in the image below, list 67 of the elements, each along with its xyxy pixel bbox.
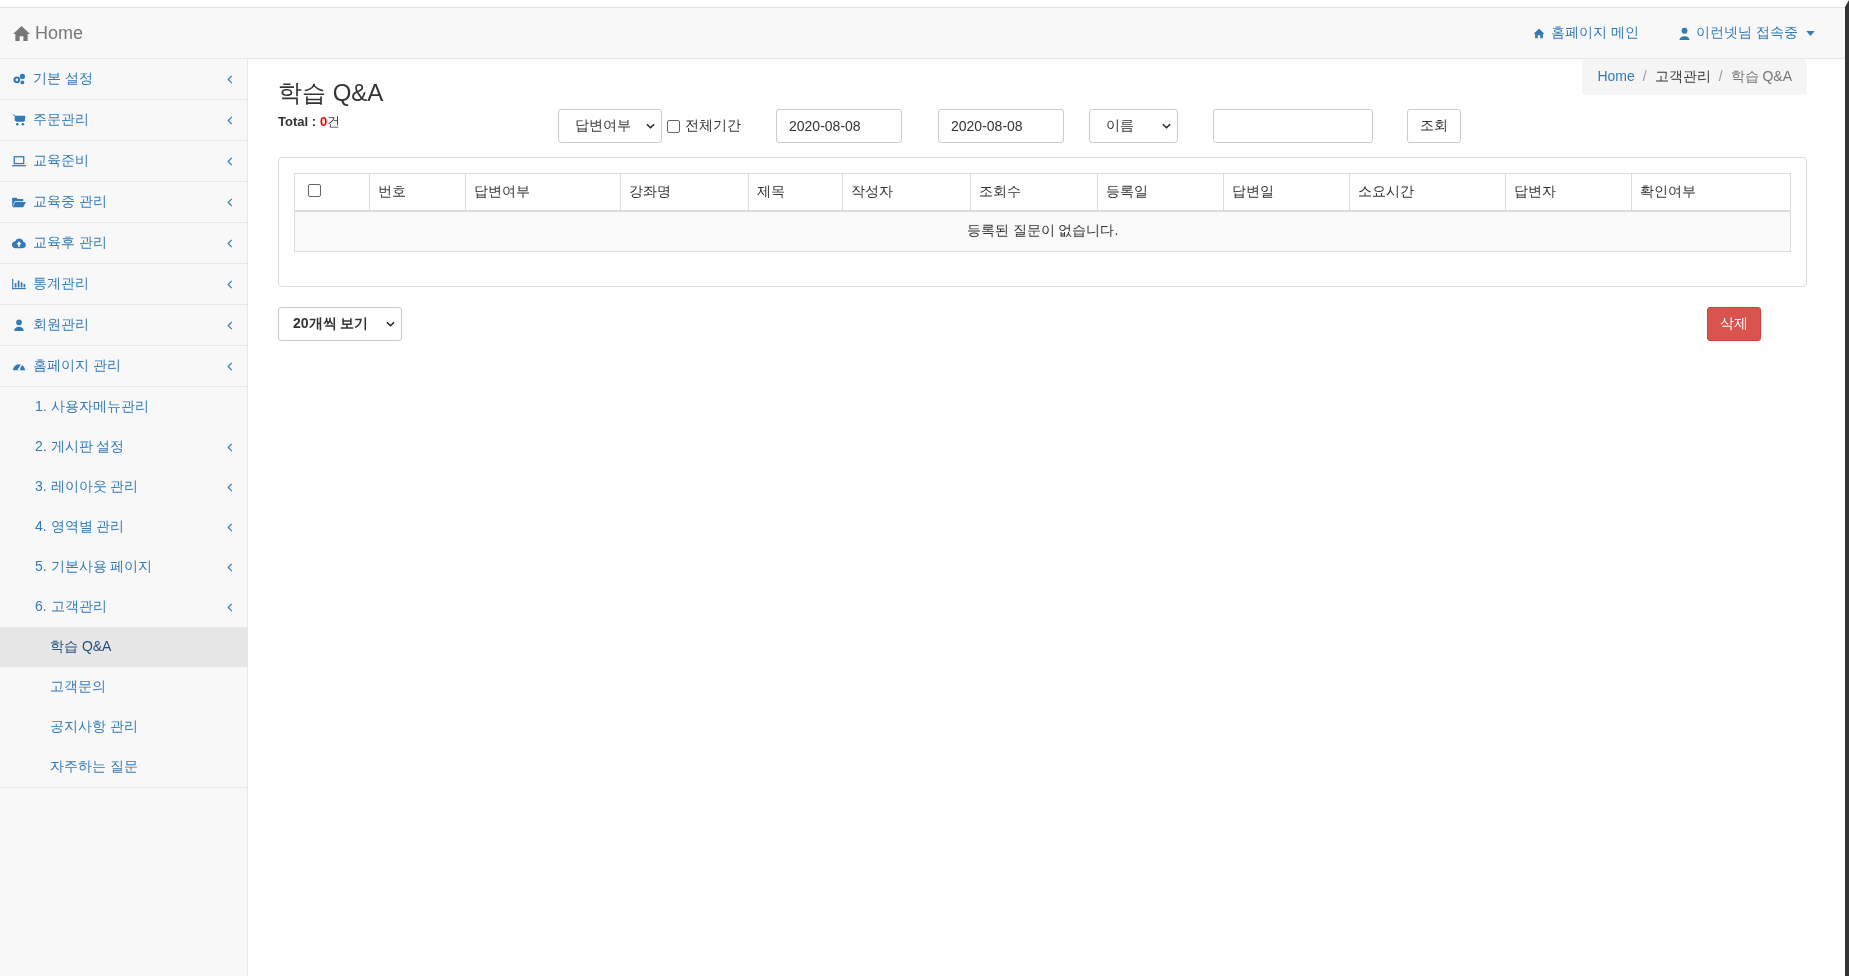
sidebar-item[interactable]: 4. 영역별 관리 xyxy=(0,507,247,547)
page-size-select[interactable]: 20개씩 보기 xyxy=(278,306,402,341)
search-field[interactable] xyxy=(1213,109,1373,143)
sidebar-item[interactable]: 5. 기본사용 페이지 xyxy=(0,547,247,587)
sidebar-item[interactable]: 홈페이지 관리 xyxy=(0,346,247,387)
bar-chart-icon xyxy=(12,278,26,290)
total-count: 0 xyxy=(320,114,328,129)
user-icon xyxy=(1679,26,1691,40)
checkbox[interactable] xyxy=(667,119,680,133)
home-icon xyxy=(1533,27,1546,39)
laptop-icon xyxy=(12,155,26,167)
all-period-label: 전체기간 xyxy=(685,117,741,135)
column-header: 강좌명 xyxy=(620,173,749,211)
column-header: 답변여부 xyxy=(465,173,621,211)
sidebar-item[interactable]: 기본 설정 xyxy=(0,59,247,100)
breadcrumb-item: 고객관리 xyxy=(1654,68,1711,86)
caret-icon xyxy=(1806,30,1815,36)
column-header: 작성자 xyxy=(842,173,971,211)
sidebar-item[interactable]: 2. 게시판 설정 xyxy=(0,427,247,467)
column-header: 확인여부 xyxy=(1631,173,1791,211)
delete-button[interactable]: 삭제 xyxy=(1707,306,1761,341)
homepage-link[interactable]: 홈페이지 메인 xyxy=(1533,24,1644,42)
total-unit: 건 xyxy=(327,114,341,129)
sidebar-item[interactable]: 주문관리 xyxy=(0,100,247,141)
sidebar-item[interactable]: 6. 고객관리 xyxy=(0,587,247,627)
sidebar-item[interactable]: 학습 Q&A xyxy=(0,627,247,667)
column-header: 제목 xyxy=(748,173,843,211)
sidebar-item[interactable]: 회원관리 xyxy=(0,305,247,346)
sidebar-item[interactable]: 통계관리 xyxy=(0,264,247,305)
column-header: 번호 xyxy=(369,173,466,211)
breadcrumb-separator: / xyxy=(1718,68,1723,86)
end-date-field[interactable]: 2020-08-08 xyxy=(938,109,1064,143)
column-header: 답변일 xyxy=(1223,173,1350,211)
column-header: 조회수 xyxy=(970,173,1098,211)
column-header: 소요시간 xyxy=(1349,173,1506,211)
sidebar-item[interactable]: 교육준비 xyxy=(0,141,247,182)
start-date-field[interactable]: 2020-08-08 xyxy=(776,109,902,143)
breadcrumb-separator: / xyxy=(1642,68,1647,86)
gears-icon xyxy=(12,73,26,85)
breadcrumb-link[interactable]: Home xyxy=(1597,68,1635,86)
sidebar-item[interactable]: 자주하는 질문 xyxy=(0,747,247,787)
search-button[interactable]: 조회 xyxy=(1407,109,1461,143)
page-title: 학습 Q&A xyxy=(278,78,384,108)
folder-icon xyxy=(12,196,26,208)
home-icon xyxy=(12,24,31,42)
sidebar-item[interactable]: 3. 레이아웃 관리 xyxy=(0,467,247,507)
user-menu[interactable]: 이런넷님 접속중 xyxy=(1679,24,1815,42)
sidebar-item[interactable]: 교육중 관리 xyxy=(0,182,247,223)
sidebar-item[interactable]: 고객문의 xyxy=(0,667,247,707)
cloud-upload-icon xyxy=(12,237,26,249)
user-icon xyxy=(12,319,26,331)
answer-status-select[interactable]: 답변여부 xyxy=(558,109,662,143)
chevron-down-icon xyxy=(386,320,395,327)
column-header: 등록일 xyxy=(1097,173,1224,211)
select-all-checkbox[interactable] xyxy=(308,183,321,197)
sidebar-item[interactable]: 공지사항 관리 xyxy=(0,707,247,747)
total-label: Total : xyxy=(278,114,317,129)
sidebar-item[interactable]: 1. 사용자메뉴관리 xyxy=(0,387,247,427)
home-link[interactable]: Home xyxy=(12,22,83,44)
chevron-down-icon xyxy=(1162,123,1171,129)
column-header: 답변자 xyxy=(1506,173,1632,211)
search-field-select[interactable]: 이름 xyxy=(1089,109,1178,143)
sidebar-item[interactable]: 교육후 관리 xyxy=(0,223,247,264)
breadcrumb-item: 학습 Q&A xyxy=(1730,68,1792,86)
chevron-down-icon xyxy=(646,123,655,129)
empty-message: 등록된 질문이 없습니다. xyxy=(294,210,1791,251)
cart-icon xyxy=(12,114,26,126)
